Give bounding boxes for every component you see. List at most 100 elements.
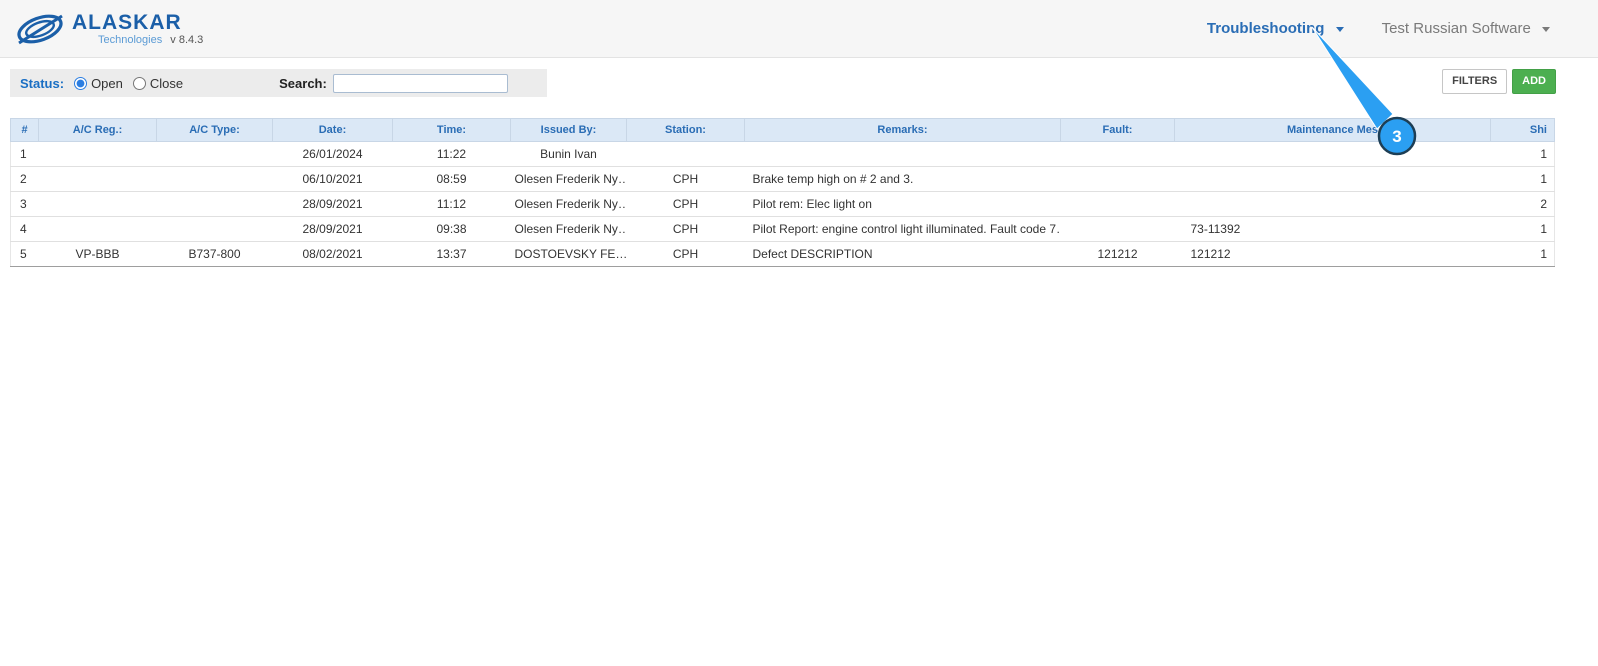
table-cell: CPH <box>626 216 745 242</box>
table-cell: 11:22 <box>392 141 511 167</box>
table-row[interactable]: 1 26/01/2024 11:22 Bunin Ivan 1 <box>10 141 1555 167</box>
column-header[interactable]: # <box>10 118 39 142</box>
column-header[interactable]: Date: <box>272 118 393 142</box>
column-header[interactable]: Issued By: <box>510 118 627 142</box>
search-input[interactable] <box>332 73 508 93</box>
nav-troubleshooting[interactable]: Troubleshooting <box>1207 20 1344 37</box>
alaskar-logo-icon <box>14 8 68 50</box>
table-cell: CPH <box>626 241 745 267</box>
table-cell <box>38 166 157 192</box>
table-cell: Bunin Ivan <box>510 141 627 167</box>
alaskar-logo: ALASKAR Technologies v 8.4.3 <box>14 8 203 50</box>
column-header[interactable]: Time: <box>392 118 511 142</box>
defects-table: # A/C Reg.: A/C Type: Date: Time: Issued By: S… <box>10 118 1555 267</box>
brand-subtitle: Technologies <box>98 33 163 46</box>
status-radio-group: Open Close <box>74 76 183 91</box>
table-cell <box>38 216 157 242</box>
column-header[interactable]: A/C Type: <box>156 118 273 142</box>
status-label: Status: <box>20 75 65 91</box>
column-header[interactable]: Fault: <box>1060 118 1175 142</box>
toolbar-buttons: FILTERS ADD <box>1442 69 1556 94</box>
nav-troubleshooting-label: Troubleshooting <box>1206 20 1325 37</box>
column-header[interactable]: A/C Reg.: <box>38 118 157 142</box>
table-cell: CPH <box>626 191 745 217</box>
status-search-box: Status: Open Close Search: <box>10 69 547 97</box>
table-cell: Brake temp high on # 2 and 3. <box>744 166 1061 192</box>
table-cell: 06/10/2021 <box>272 166 393 192</box>
column-header[interactable]: Station: <box>626 118 745 142</box>
filters-button[interactable]: FILTERS <box>1442 69 1508 94</box>
table-cell <box>1060 166 1175 192</box>
table-cell <box>1174 191 1491 217</box>
table-cell: 1 <box>1490 216 1555 242</box>
table-cell: 08/02/2021 <box>272 241 393 267</box>
table-cell: Pilot Report: engine control light illum… <box>744 216 1061 242</box>
table-cell <box>1060 216 1175 242</box>
table-cell: 28/09/2021 <box>272 216 393 242</box>
table-cell: 11:12 <box>392 191 511 217</box>
chevron-down-icon <box>1542 26 1550 32</box>
table-cell: 08:59 <box>392 166 511 192</box>
table-cell: B737-800 <box>156 241 273 267</box>
defects-table-body: 1 26/01/2024 11:22 Bunin Ivan 1 2 06/10/2021 08… <box>10 141 1555 267</box>
table-cell <box>744 141 1061 167</box>
table-cell: DOSTOEVSKY FE… <box>510 241 627 267</box>
table-cell: 2 <box>10 166 39 192</box>
table-cell: Olesen Frederik Ny… <box>510 191 627 217</box>
table-cell: 3 <box>10 191 39 217</box>
table-cell <box>156 166 273 192</box>
table-cell: 73-11392 <box>1174 216 1491 242</box>
table-cell: Defect DESCRIPTION <box>744 241 1061 267</box>
defects-table-wrap: # A/C Reg.: A/C Type: Date: Time: Issued By: S… <box>10 118 1556 267</box>
table-cell: VP-BBB <box>38 241 157 267</box>
table-cell: 5 <box>10 241 39 267</box>
radio-close[interactable] <box>132 76 146 90</box>
table-cell <box>1174 166 1491 192</box>
table-row[interactable]: 2 06/10/2021 08:59 Olesen Frederik Ny… CPH Br… <box>10 166 1555 192</box>
table-cell <box>1060 141 1175 167</box>
table-cell: Olesen Frederik Ny… <box>510 166 627 192</box>
table-cell <box>156 216 273 242</box>
table-cell <box>38 141 157 167</box>
app-version: v 8.4.3 <box>170 33 204 46</box>
table-cell: 1 <box>1490 166 1555 192</box>
radio-label: Open <box>91 75 123 91</box>
toolbar: Status: Open Close Search: FILTERS ADD <box>0 58 1598 108</box>
nav-user-menu-label: Test Russian Software <box>1381 20 1531 37</box>
brand-name: ALASKAR <box>72 10 182 34</box>
table-cell <box>38 191 157 217</box>
table-cell <box>156 141 273 167</box>
table-row[interactable]: 5 VP-BBB B737-800 08/02/2021 13:37 DOSTOEVSKY… <box>10 241 1555 267</box>
table-cell: 2 <box>1490 191 1555 217</box>
nav-user-menu[interactable]: Test Russian Software <box>1382 20 1550 37</box>
table-cell: 1 <box>1490 141 1555 167</box>
status-radio-close[interactable]: Close <box>132 75 184 91</box>
table-cell: 1 <box>10 141 39 167</box>
table-cell: 4 <box>10 216 39 242</box>
table-cell: CPH <box>626 166 745 192</box>
table-cell: Olesen Frederik Ny… <box>510 216 627 242</box>
table-row[interactable]: 4 28/09/2021 09:38 Olesen Frederik Ny… CPH Pi… <box>10 216 1555 242</box>
search-label: Search: <box>279 75 327 91</box>
add-button[interactable]: ADD <box>1512 69 1556 94</box>
top-nav: Troubleshooting Test Russian Software <box>1207 20 1550 37</box>
column-header[interactable]: Shi <box>1490 118 1555 142</box>
table-cell: 121212 <box>1174 241 1491 267</box>
table-cell <box>156 191 273 217</box>
table-cell: 09:38 <box>392 216 511 242</box>
table-cell: 121212 <box>1060 241 1175 267</box>
table-cell: Pilot rem: Elec light on <box>744 191 1061 217</box>
column-header[interactable]: Maintenance Mes <box>1174 118 1491 142</box>
radio-open[interactable] <box>74 76 88 90</box>
table-cell: 26/01/2024 <box>272 141 393 167</box>
table-row[interactable]: 3 28/09/2021 11:12 Olesen Frederik Ny… CPH Pi… <box>10 191 1555 217</box>
column-header[interactable]: Remarks: <box>744 118 1061 142</box>
app-header: ALASKAR Technologies v 8.4.3 Troubleshoo… <box>0 0 1598 58</box>
radio-label: Close <box>149 75 184 91</box>
table-cell: 13:37 <box>392 241 511 267</box>
table-cell <box>1174 141 1491 167</box>
status-radio-open[interactable]: Open <box>74 76 123 91</box>
table-cell: 28/09/2021 <box>272 191 393 217</box>
table-cell: 1 <box>1490 241 1555 267</box>
table-head-row: # A/C Reg.: A/C Type: Date: Time: Issued By: S… <box>10 118 1555 142</box>
